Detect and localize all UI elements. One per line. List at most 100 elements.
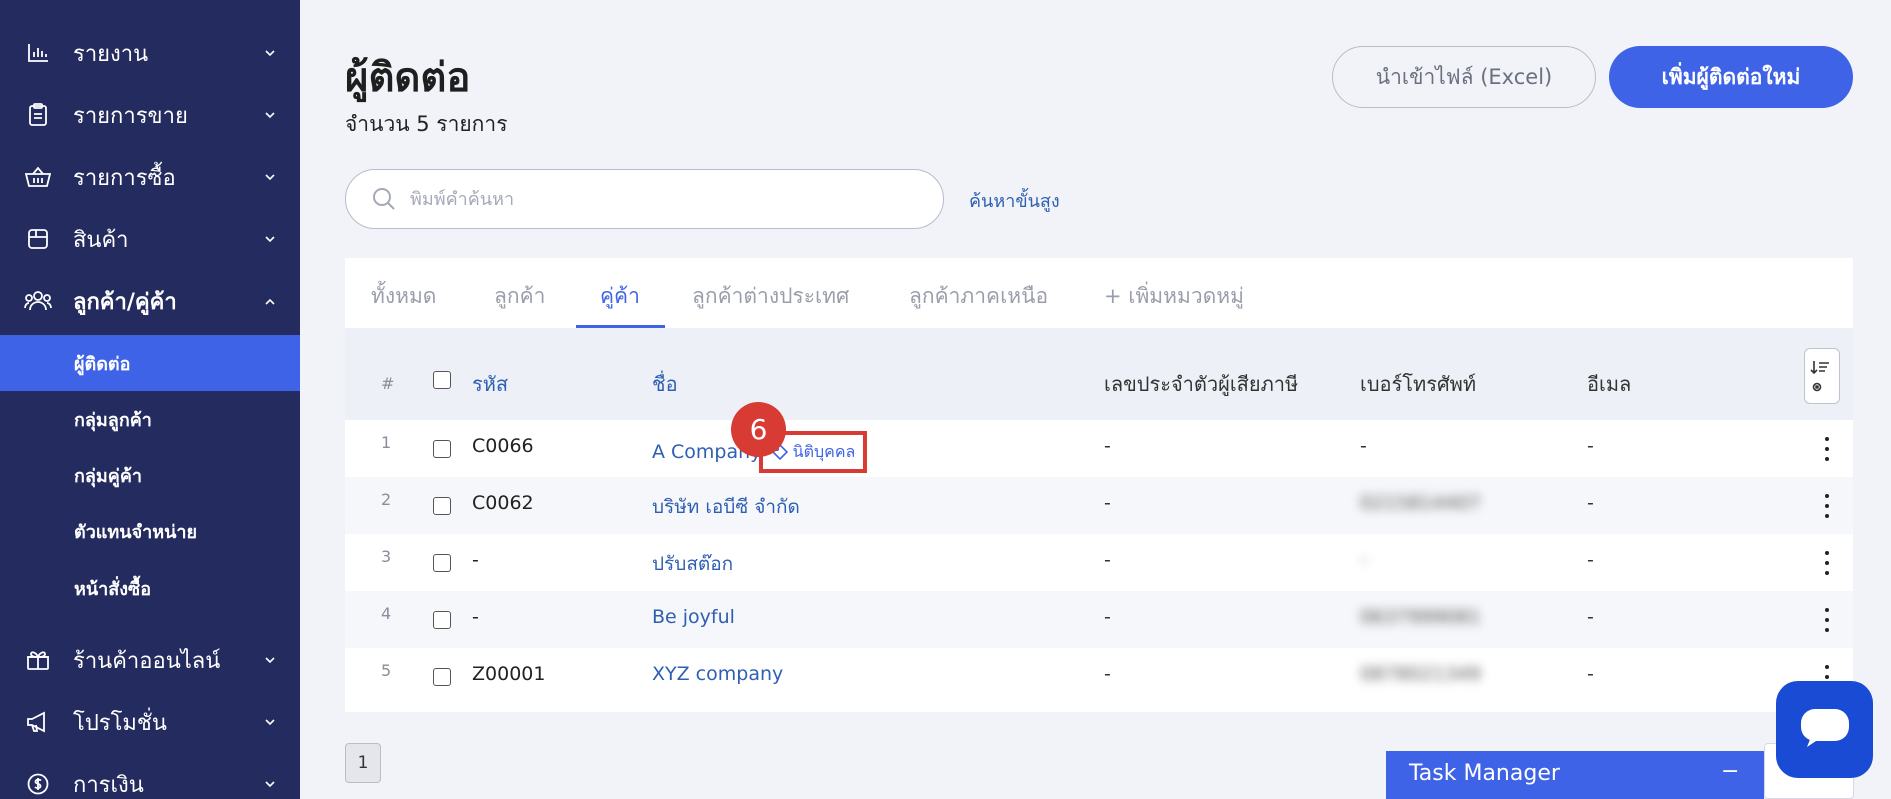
row-menu-icon[interactable] <box>1822 437 1832 461</box>
sidebar-subitem-order-page[interactable]: หน้าสั่งซื้อ <box>0 560 300 616</box>
row-checkbox[interactable] <box>433 668 451 686</box>
chat-support-button[interactable] <box>1776 681 1873 778</box>
table-row[interactable]: 5 Z00001 XYZ company - 0878021349 - <box>345 648 1853 705</box>
sidebar-item-sales[interactable]: รายการขาย <box>0 92 300 138</box>
minimize-button[interactable]: − <box>1721 759 1739 784</box>
gift-icon <box>24 646 52 674</box>
email: - <box>1587 663 1594 685</box>
chevron-down-icon <box>264 233 276 245</box>
contact-code: C0062 <box>472 492 534 514</box>
chevron-down-icon <box>264 109 276 121</box>
tax-id: - <box>1104 606 1111 628</box>
add-category-tab[interactable]: + เพิ่มหมวดหมู่ <box>1104 280 1244 313</box>
megaphone-icon <box>24 708 52 736</box>
chat-bubble-icon <box>1799 707 1851 753</box>
table-row[interactable]: 4 - Be joyful - 0637999081 - <box>345 591 1853 648</box>
basket-icon <box>24 163 52 191</box>
sidebar-item-finance[interactable]: การเงิน <box>0 761 300 799</box>
chevron-down-icon <box>264 171 276 183</box>
tab-all[interactable]: ทั้งหมด <box>371 280 436 313</box>
column-header-code[interactable]: รหัส <box>472 368 508 400</box>
row-number: 1 <box>381 433 392 452</box>
sidebar-item-label: โปรโมชั่น <box>73 710 167 736</box>
email: - <box>1587 549 1594 571</box>
chevron-down-icon <box>264 716 276 728</box>
email: - <box>1587 492 1594 514</box>
row-number: 3 <box>381 547 392 566</box>
clipboard-icon <box>24 101 52 129</box>
advanced-search-link[interactable]: ค้นหาขั้นสูง <box>969 186 1060 215</box>
search-input[interactable] <box>410 182 920 216</box>
add-contact-button[interactable]: เพิ่มผู้ติดต่อใหม่ <box>1609 46 1853 108</box>
pagination-page-button[interactable]: 1 <box>345 743 381 783</box>
sidebar-item-contacts[interactable]: ลูกค้า/คู่ค้า <box>0 278 300 324</box>
tab-foreign-customers[interactable]: ลูกค้าต่างประเทศ <box>692 280 849 313</box>
sidebar-item-label: สินค้า <box>73 227 129 253</box>
row-checkbox[interactable] <box>433 497 451 515</box>
import-excel-button[interactable]: นำเข้าไฟล์ (Excel) <box>1332 46 1596 108</box>
contact-code: - <box>472 549 479 571</box>
phone: - <box>1360 549 1367 571</box>
table-row[interactable]: 3 - ปรับสต๊อก - - - <box>345 534 1853 591</box>
phone: 0215814407 <box>1360 492 1481 514</box>
sidebar-subitem-label: กลุ่มคู่ค้า <box>74 465 142 487</box>
sidebar-subitem-contacts[interactable]: ผู้ติดต่อ <box>0 335 300 391</box>
sidebar-subitem-customer-groups[interactable]: กลุ่มลูกค้า <box>0 391 300 447</box>
chevron-down-icon <box>264 47 276 59</box>
sidebar-subitem-label: กลุ่มลูกค้า <box>74 409 152 431</box>
tab-customers[interactable]: ลูกค้า <box>494 280 545 313</box>
chevron-up-icon <box>264 295 276 307</box>
sidebar-item-online-store[interactable]: ร้านค้าออนไลน์ <box>0 637 300 683</box>
row-menu-icon[interactable] <box>1822 494 1832 518</box>
column-header-tax-id: เลขประจำตัวผู้เสียภาษี <box>1104 372 1299 396</box>
row-number: 4 <box>381 604 392 623</box>
sidebar-item-label: การเงิน <box>73 772 144 798</box>
table-row[interactable]: 1 C0066 A Company นิติบุคคล - - - <box>345 420 1853 477</box>
task-manager-title: Task Manager <box>1409 761 1560 786</box>
table-row[interactable]: 2 C0062 บริษัท เอบีซี จำกัด - 0215814407… <box>345 477 1853 534</box>
column-header-phone: เบอร์โทรศัพท์ <box>1360 372 1477 396</box>
tax-id: - <box>1104 435 1111 457</box>
phone: 0878021349 <box>1360 663 1481 685</box>
sidebar-subitem-partner-groups[interactable]: กลุ่มคู่ค้า <box>0 447 300 503</box>
sidebar-subitem-label: ตัวแทนจำหน่าย <box>74 521 198 543</box>
sidebar-item-reports[interactable]: รายงาน <box>0 30 300 76</box>
category-tabs: ทั้งหมด ลูกค้า คู่ค้า ลูกค้าต่างประเทศ ล… <box>345 258 1853 329</box>
contact-name-link[interactable]: ปรับสต๊อก <box>652 549 733 579</box>
sidebar-item-promotions[interactable]: โปรโมชั่น <box>0 699 300 745</box>
contact-name-link[interactable]: บริษัท เอบีซี จำกัด <box>652 492 800 522</box>
contact-code: C0066 <box>472 435 534 457</box>
record-count: จำนวน 5 รายการ <box>345 112 508 136</box>
column-header-name[interactable]: ชื่อ <box>652 368 678 400</box>
tab-partners[interactable]: คู่ค้า <box>600 280 640 313</box>
box-icon <box>24 225 52 253</box>
tax-id: - <box>1104 663 1111 685</box>
row-checkbox[interactable] <box>433 440 451 458</box>
tab-northern-customers[interactable]: ลูกค้าภาคเหนือ <box>909 280 1048 313</box>
row-menu-icon[interactable] <box>1822 608 1832 632</box>
contacts-panel: ทั้งหมด ลูกค้า คู่ค้า ลูกค้าต่างประเทศ ล… <box>345 258 1853 712</box>
sidebar-item-label: ลูกค้า/คู่ค้า <box>73 289 177 315</box>
tax-id: - <box>1104 492 1111 514</box>
sidebar-item-purchases[interactable]: รายการซื้อ <box>0 154 300 200</box>
contact-name-link[interactable]: Be joyful <box>652 606 735 628</box>
bar-chart-icon <box>24 39 52 67</box>
row-number: 2 <box>381 490 392 509</box>
sidebar-subitem-resellers[interactable]: ตัวแทนจำหน่าย <box>0 503 300 559</box>
row-menu-icon[interactable] <box>1822 551 1832 575</box>
table-header: # รหัส ชื่อ เลขประจำตัวผู้เสียภาษี เบอร์… <box>345 328 1853 420</box>
row-checkbox[interactable] <box>433 554 451 572</box>
contact-code: - <box>472 606 479 628</box>
phone: 0637999081 <box>1360 606 1481 628</box>
sidebar-subitem-label: หน้าสั่งซื้อ <box>74 578 152 600</box>
sidebar-item-products[interactable]: สินค้า <box>0 216 300 262</box>
select-all-checkbox[interactable] <box>433 371 451 389</box>
task-manager-bar[interactable]: Task Manager − <box>1386 751 1764 799</box>
contact-name-link[interactable]: XYZ company <box>652 663 783 685</box>
email: - <box>1587 435 1594 457</box>
column-header-email: อีเมล <box>1587 372 1632 396</box>
column-settings-button[interactable] <box>1804 348 1840 404</box>
row-checkbox[interactable] <box>433 611 451 629</box>
search-box <box>345 169 944 229</box>
column-header-number: # <box>381 374 395 393</box>
